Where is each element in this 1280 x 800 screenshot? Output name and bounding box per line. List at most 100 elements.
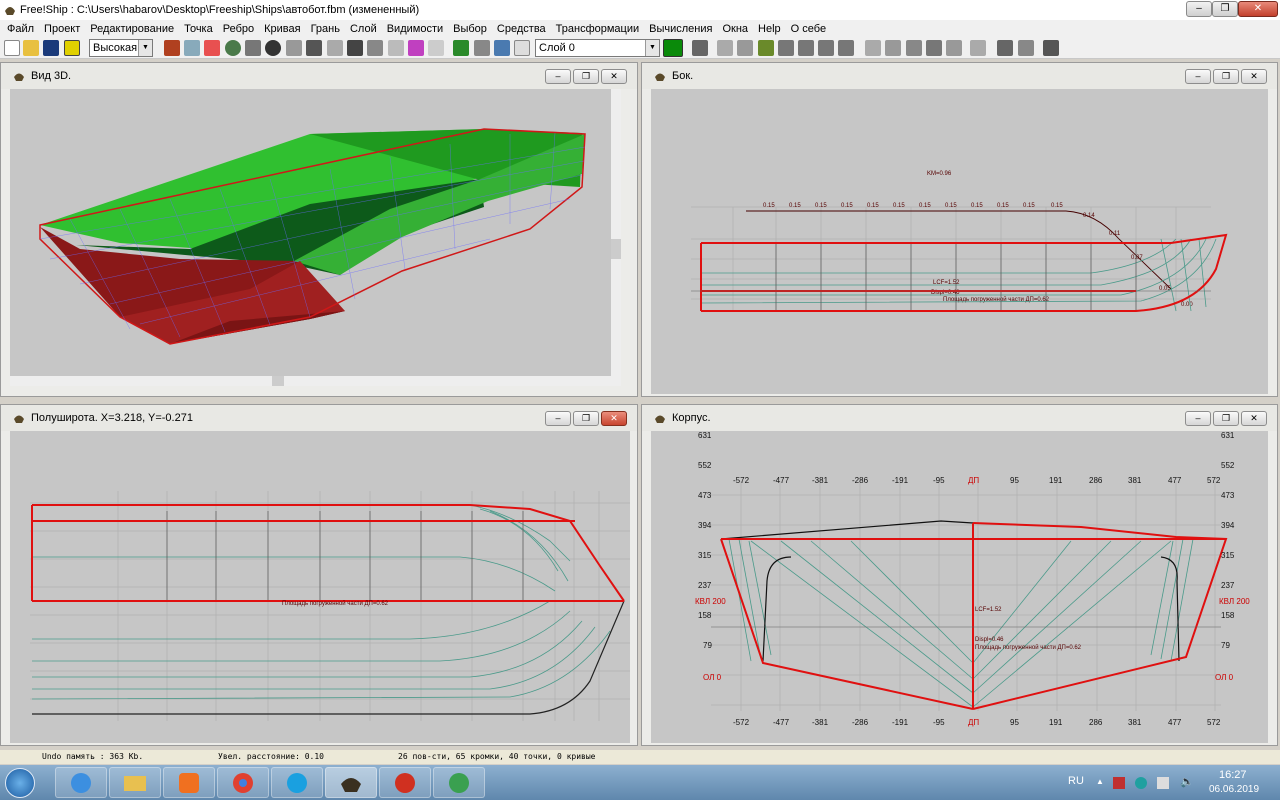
tray-flag-icon[interactable] bbox=[1113, 777, 1125, 789]
surface-icon[interactable] bbox=[494, 40, 510, 56]
maximize-button[interactable]: ❐ bbox=[1212, 1, 1238, 17]
menu-face[interactable]: Грань bbox=[306, 23, 345, 35]
menu-help[interactable]: Help bbox=[753, 23, 786, 35]
taskbar-freeship-icon[interactable] bbox=[325, 767, 377, 798]
x-tick: 286 bbox=[1089, 476, 1103, 485]
flowlines-icon[interactable] bbox=[388, 40, 404, 56]
pane-minimize-button[interactable]: ‒ bbox=[1185, 411, 1211, 426]
taskbar-explorer-icon[interactable] bbox=[109, 767, 161, 798]
menu-calculations[interactable]: Вычисления bbox=[644, 23, 717, 35]
menu-about[interactable]: О себе bbox=[786, 23, 831, 35]
pane-maximize-button[interactable]: ❐ bbox=[573, 69, 599, 84]
menu-selection[interactable]: Выбор bbox=[448, 23, 492, 35]
menu-layer[interactable]: Слой bbox=[345, 23, 382, 35]
menu-curve[interactable]: Кривая bbox=[259, 23, 305, 35]
new-file-icon[interactable] bbox=[4, 40, 20, 56]
curve-label: 0.15 bbox=[919, 203, 931, 209]
pane-minimize-button[interactable]: ‒ bbox=[545, 69, 571, 84]
new-curve-icon[interactable] bbox=[970, 40, 986, 56]
curve-label: 0.15 bbox=[867, 203, 879, 209]
tray-app-icon[interactable] bbox=[1135, 777, 1147, 789]
extrude-icon[interactable] bbox=[906, 40, 922, 56]
pane-minimize-button[interactable]: ‒ bbox=[1185, 69, 1211, 84]
control-curves-icon[interactable] bbox=[428, 40, 444, 56]
move-point-icon[interactable] bbox=[737, 40, 753, 56]
pane-maximize-button[interactable]: ❐ bbox=[1213, 411, 1239, 426]
vertical-scrollbar[interactable] bbox=[611, 89, 621, 386]
menu-windows[interactable]: Окна bbox=[717, 23, 753, 35]
flip-normals-icon[interactable] bbox=[997, 40, 1013, 56]
layers-icon[interactable] bbox=[474, 40, 490, 56]
pane-maximize-button[interactable]: ❐ bbox=[573, 411, 599, 426]
layer-table-icon[interactable] bbox=[514, 40, 530, 56]
start-button[interactable] bbox=[5, 768, 35, 798]
layer-props-icon[interactable] bbox=[692, 40, 708, 56]
split-edge-icon[interactable] bbox=[885, 40, 901, 56]
grid-icon[interactable] bbox=[164, 40, 180, 56]
minimize-button[interactable]: ‒ bbox=[1186, 1, 1212, 17]
unlock-icon[interactable] bbox=[798, 40, 814, 56]
language-indicator[interactable]: RU bbox=[1068, 775, 1084, 787]
viewport-plan[interactable]: Площадь погруженной части ДП=0.62 bbox=[10, 431, 630, 743]
intersection-icon[interactable] bbox=[453, 40, 469, 56]
viewport-body[interactable]: -572 -477 -381 -286 -191 -95 ДП 95 191 2… bbox=[651, 431, 1268, 743]
y-tick: 158 bbox=[698, 611, 712, 620]
menu-edge[interactable]: Ребро bbox=[218, 23, 259, 35]
layer-color-swatch[interactable] bbox=[663, 39, 683, 57]
horizontal-scrollbar[interactable] bbox=[10, 376, 611, 386]
viewport-side[interactable]: 0.15 0.15 0.15 0.15 0.15 0.15 0.15 0.15 … bbox=[651, 89, 1268, 394]
mirror-icon[interactable] bbox=[1018, 40, 1034, 56]
menu-visibility[interactable]: Видимости bbox=[382, 23, 448, 35]
export-icon[interactable] bbox=[64, 40, 80, 56]
network-icon[interactable] bbox=[1157, 777, 1169, 789]
menu-project[interactable]: Проект bbox=[39, 23, 85, 35]
crease-icon[interactable] bbox=[926, 40, 942, 56]
quality-select[interactable]: Высокая ▼ bbox=[89, 39, 153, 57]
pane-close-button[interactable]: ✕ bbox=[601, 411, 627, 426]
pane-close-button[interactable]: ✕ bbox=[601, 69, 627, 84]
close-button[interactable]: ✕ bbox=[1238, 1, 1278, 17]
waterlines-icon[interactable] bbox=[327, 40, 343, 56]
pane-maximize-button[interactable]: ❐ bbox=[1213, 69, 1239, 84]
add-point-icon[interactable] bbox=[717, 40, 733, 56]
tray-expand-icon[interactable]: ▲ bbox=[1096, 777, 1104, 786]
sphere-icon[interactable] bbox=[265, 40, 281, 56]
layer-select[interactable]: Слой 0 ▼ bbox=[535, 39, 660, 57]
pane-minimize-button[interactable]: ‒ bbox=[545, 411, 571, 426]
curvature-plot-icon[interactable] bbox=[408, 40, 424, 56]
stations-icon[interactable] bbox=[286, 40, 302, 56]
collapse-point-icon[interactable] bbox=[758, 40, 774, 56]
save-icon[interactable] bbox=[43, 40, 59, 56]
new-edge-icon[interactable] bbox=[865, 40, 881, 56]
menu-tools[interactable]: Средства bbox=[492, 23, 551, 35]
curvature-icon[interactable] bbox=[184, 40, 200, 56]
hydro-icon[interactable] bbox=[367, 40, 383, 56]
globe-icon[interactable] bbox=[225, 40, 241, 56]
menu-transform[interactable]: Трансформации bbox=[551, 23, 644, 35]
mesh-icon[interactable] bbox=[245, 40, 261, 56]
menu-point[interactable]: Точка bbox=[179, 23, 218, 35]
menu-edit[interactable]: Редактирование bbox=[85, 23, 179, 35]
pane-close-button[interactable]: ✕ bbox=[1241, 411, 1267, 426]
taskbar-app-icon[interactable] bbox=[379, 767, 431, 798]
lock-all-icon[interactable] bbox=[838, 40, 854, 56]
unlock-all-icon[interactable] bbox=[818, 40, 834, 56]
taskbar-ie-icon[interactable] bbox=[55, 767, 107, 798]
open-folder-icon[interactable] bbox=[23, 40, 39, 56]
pane-close-button[interactable]: ✕ bbox=[1241, 69, 1267, 84]
volume-icon[interactable]: 🔈 bbox=[1180, 775, 1194, 788]
taskbar-skype-icon[interactable] bbox=[271, 767, 323, 798]
clock-time[interactable]: 16:27 bbox=[1219, 769, 1247, 781]
viewport-3d[interactable] bbox=[10, 89, 621, 386]
menu-file[interactable]: Файл bbox=[2, 23, 39, 35]
diagonals-icon[interactable] bbox=[347, 40, 363, 56]
lock-icon[interactable] bbox=[778, 40, 794, 56]
taskbar-chrome-icon[interactable] bbox=[217, 767, 269, 798]
design-hydro-icon[interactable] bbox=[1043, 40, 1059, 56]
taskbar-media-icon[interactable] bbox=[163, 767, 215, 798]
clock-date[interactable]: 06.06.2019 bbox=[1209, 784, 1259, 795]
taskbar-globe-icon[interactable] bbox=[433, 767, 485, 798]
new-face-icon[interactable] bbox=[946, 40, 962, 56]
eraser-icon[interactable] bbox=[204, 40, 220, 56]
buttocks-icon[interactable] bbox=[306, 40, 322, 56]
